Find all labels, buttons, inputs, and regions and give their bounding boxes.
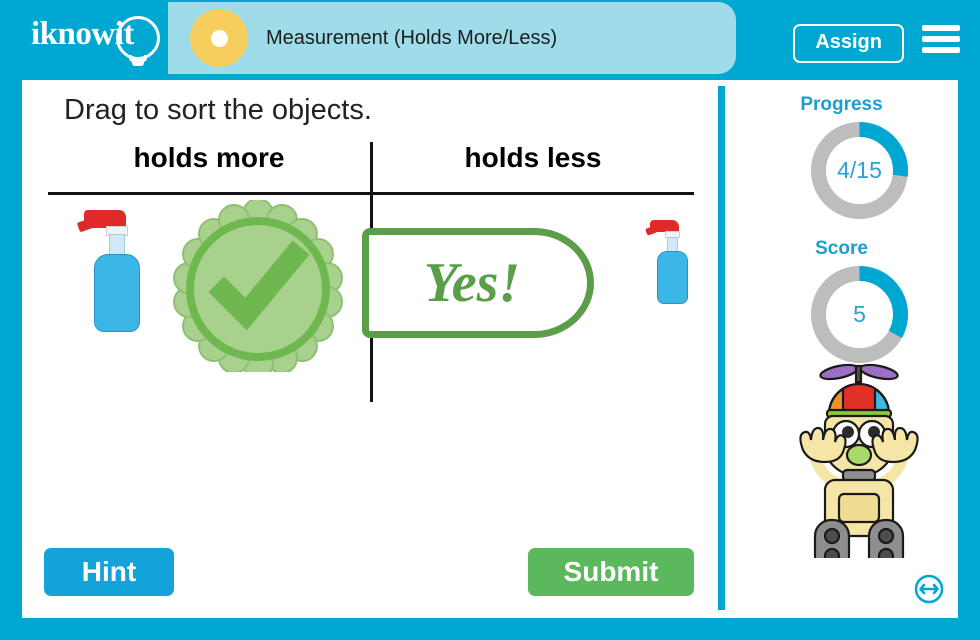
resize-horizontal-icon[interactable] [914,574,944,604]
page-title: Measurement (Holds More/Less) [266,26,558,49]
lightbulb-base-icon [132,62,144,66]
activity-prompt: Drag to sort the objects. [64,94,372,126]
app-root: iknowit Measurement (Holds More/Less) As… [0,0,980,640]
spray-bottle-icon[interactable] [645,216,698,306]
hamburger-bar [922,36,960,42]
checkmark-seal-icon [173,200,343,372]
topic-dot-inner [210,29,228,47]
column-header-holds-less: holds less [464,142,602,173]
topic-title-bar: Measurement (Holds More/Less) [168,2,736,74]
feedback-banner: Yes! [362,228,594,338]
content-sidebar-divider [718,86,725,610]
spray-bottle-icon[interactable] [76,204,154,334]
submit-button[interactable]: Submit [528,548,694,596]
lightbulb-icon [116,16,160,60]
content-card: Drag to sort the objects. holds more hol… [22,80,958,618]
hint-button[interactable]: Hint [44,548,174,596]
app-header: iknowit Measurement (Holds More/Less) As… [0,0,980,76]
score-value: 5 [853,301,866,327]
progress-value: 4/15 [837,157,882,183]
progress-label: Progress [800,94,883,115]
spray-body [94,254,140,332]
lightbulb-neck-icon [129,55,147,62]
score-gauge: 5 [807,262,912,367]
spray-body [657,251,688,304]
brand-logo[interactable]: iknowit [28,10,168,66]
hamburger-bar [922,25,960,31]
hamburger-bar [922,47,960,53]
hamburger-menu-icon[interactable] [922,25,960,53]
assign-button[interactable]: Assign [793,24,904,63]
robot-mascot-icon [799,363,919,558]
progress-gauge: 4/15 [807,118,912,223]
score-label: Score [815,238,868,259]
spray-nozzle [76,217,96,233]
status-sidebar: Progress 4/15 Score 5 [725,80,958,618]
spray-nozzle [645,225,658,236]
topic-dot-icon [190,9,248,67]
feedback-message: Yes! [423,252,521,314]
feedback-overlay: Yes! [172,200,594,372]
column-header-holds-more: holds more [133,142,285,173]
